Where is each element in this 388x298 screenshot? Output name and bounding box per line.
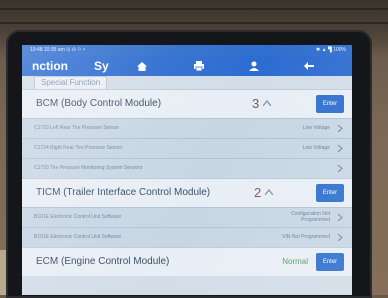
enter-button[interactable]: Enter [316, 95, 344, 113]
dtc-row[interactable]: C1733 Tire Pressure Monitoring System Se… [22, 158, 352, 178]
dtc-description: C1723 Left Rear Tire Pressure Sensor [34, 125, 120, 131]
header-function-title[interactable]: nction [32, 58, 68, 74]
dtc-description: C1733 Tire Pressure Monitoring System Se… [34, 165, 143, 171]
enter-button[interactable]: Enter [316, 253, 344, 271]
dtc-description: B101E Electronic Control Unit Software [34, 214, 122, 220]
module-row-ecm[interactable]: ECM (Engine Control Module) Normal Enter [22, 247, 352, 276]
person-icon[interactable] [247, 60, 261, 72]
dtc-count-badge: 3 [252, 96, 260, 111]
back-arrow-icon[interactable] [302, 60, 316, 72]
printer-icon[interactable] [192, 60, 206, 72]
module-name: ECM (Engine Control Module) [36, 256, 170, 267]
chevron-right-icon[interactable] [337, 125, 343, 132]
dtc-row[interactable]: B101E Electronic Control Unit Software C… [22, 207, 352, 227]
dtc-status: Configuration Not Programmed [291, 211, 330, 223]
status-bar-left-text: 10:48 10:35 am ⊙ ⊙ ⚐ • [30, 47, 85, 53]
dtc-count-badge: 2 [254, 185, 262, 200]
dtc-row[interactable]: B101E Electronic Control Unit Software V… [22, 227, 352, 247]
dtc-row[interactable]: C1723 Left Rear Tire Pressure Sensor Low… [22, 118, 352, 138]
dtc-description: B101E Electronic Control Unit Software [34, 234, 122, 240]
breadcrumb: Special Function [34, 76, 108, 90]
wall-plank-line [0, 22, 388, 24]
header-system-title[interactable]: Sy [94, 58, 109, 74]
dtc-row[interactable]: C1724 Right Rear Tire Pressure Sensor Lo… [22, 138, 352, 158]
system-status-bar: 10:48 10:35 am ⊙ ⊙ ⚐ • ✱ ▲ ▜ 100% [22, 45, 352, 56]
app-screen: 10:48 10:35 am ⊙ ⊙ ⚐ • ✱ ▲ ▜ 100% nction… [22, 45, 352, 295]
module-row-bcm[interactable]: BCM (Body Control Module) 3 Enter [22, 89, 352, 118]
chevron-up-icon[interactable] [263, 100, 271, 106]
enter-button[interactable]: Enter [316, 184, 344, 202]
chevron-right-icon[interactable] [337, 145, 343, 152]
chevron-right-icon[interactable] [337, 234, 343, 241]
module-name: TICM (Trailer Interface Control Module) [36, 187, 211, 198]
module-status-normal: Normal [282, 257, 308, 266]
dtc-description: C1724 Right Rear Tire Pressure Sensor [34, 145, 123, 151]
dtc-status: VIN Not Programmed [282, 234, 330, 240]
home-icon[interactable] [135, 60, 149, 72]
status-bar-right-text: ✱ ▲ ▜ 100% [316, 47, 346, 53]
wall-plank-line [0, 8, 388, 10]
module-row-ticm[interactable]: TICM (Trailer Interface Control Module) … [22, 178, 352, 207]
module-name: BCM (Body Control Module) [36, 98, 162, 109]
chevron-right-icon[interactable] [337, 165, 343, 172]
app-header-bar: nction Sy [22, 56, 352, 76]
chevron-up-icon[interactable] [265, 189, 273, 195]
chevron-right-icon[interactable] [337, 214, 343, 221]
dtc-status: Low Voltage [302, 145, 330, 151]
dtc-status: Low Voltage [302, 125, 330, 131]
dtc-status-line: Programmed [301, 217, 330, 223]
